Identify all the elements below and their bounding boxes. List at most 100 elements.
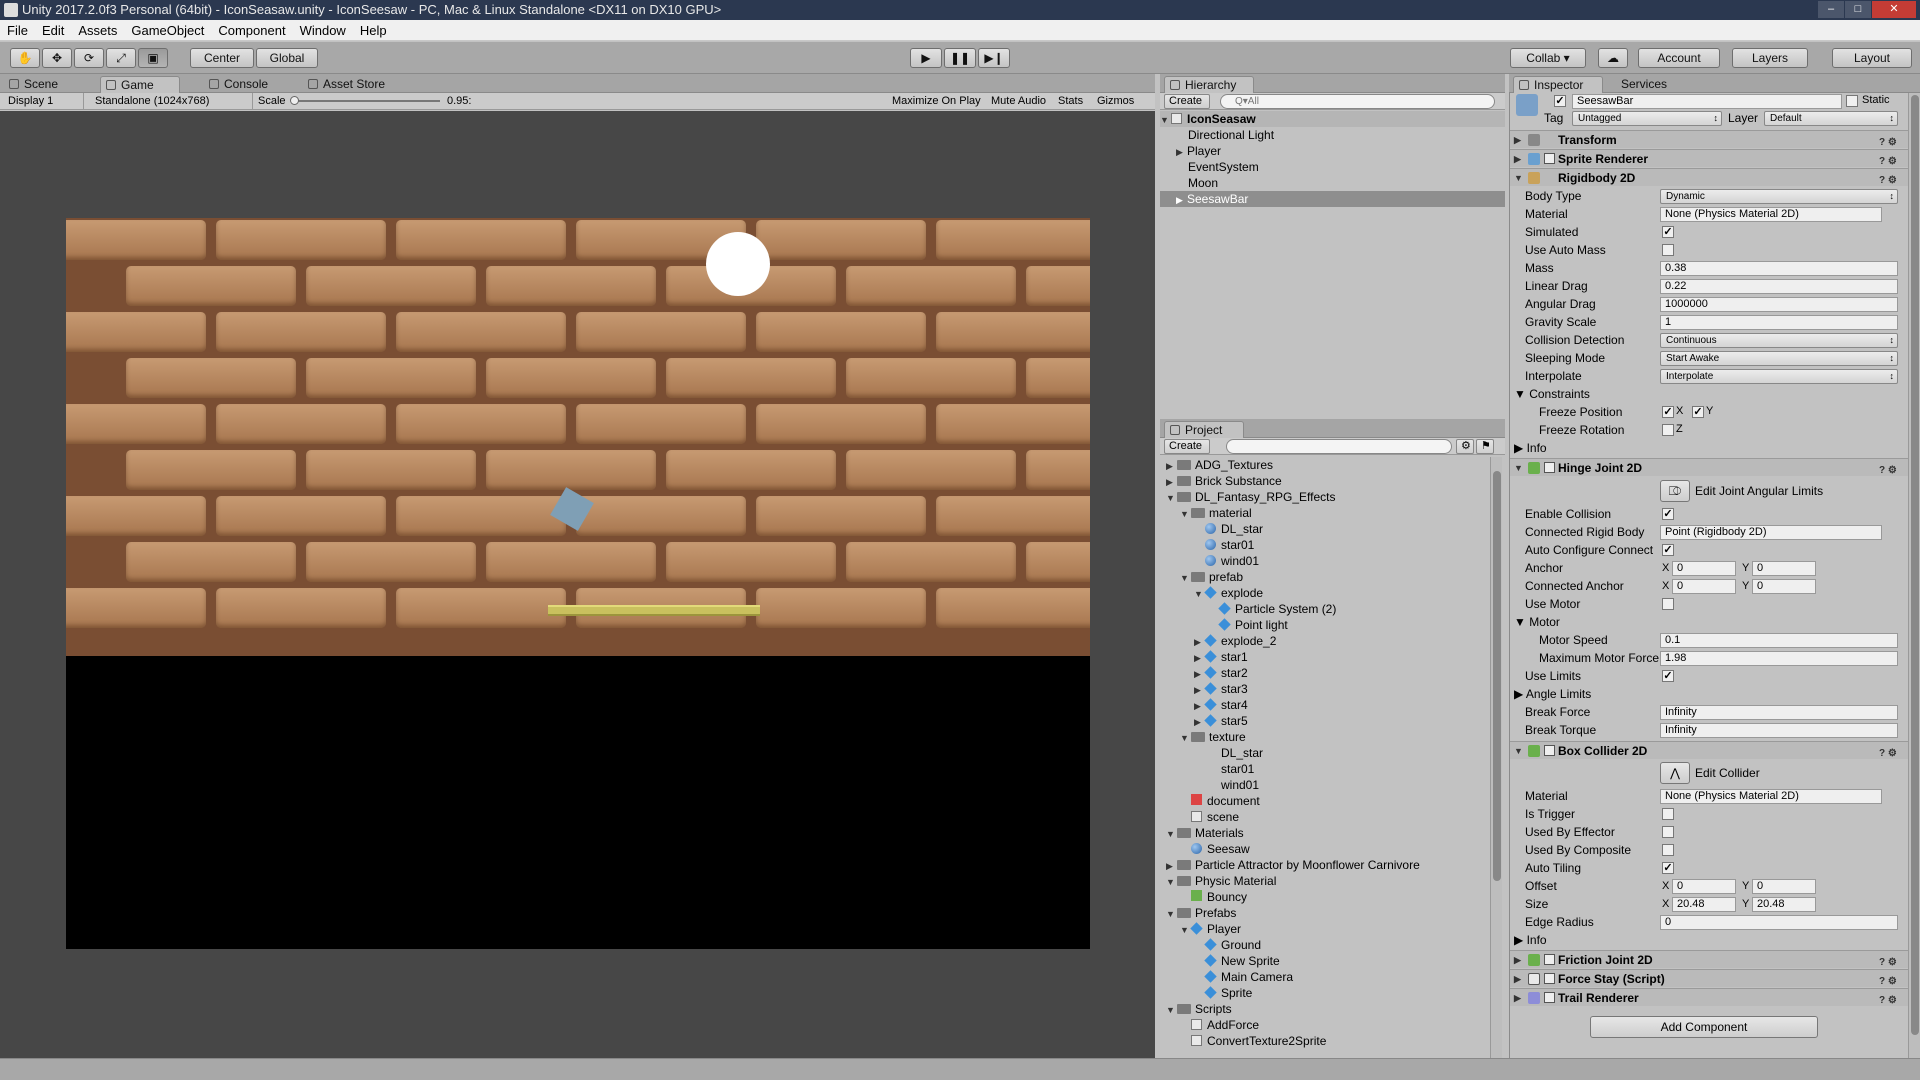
rb-info-foldout[interactable]: ▶ Info [1514, 439, 1547, 457]
project-item[interactable]: ▼ Player [1180, 921, 1241, 937]
tab-inspector[interactable]: Inspector [1513, 76, 1603, 93]
project-item[interactable]: Sprite [1194, 985, 1252, 1001]
move-tool-icon[interactable]: ✥ [42, 48, 72, 68]
project-item[interactable]: ▼ DL_Fantasy_RPG_Effects [1166, 489, 1336, 505]
trail-enabled-checkbox[interactable] [1544, 992, 1555, 1003]
project-item[interactable]: ConvertTexture2Sprite [1180, 1033, 1326, 1049]
project-item[interactable]: ▼ material [1180, 505, 1252, 521]
stats-toggle[interactable]: Stats [1058, 93, 1083, 109]
tab-game[interactable]: Game [100, 76, 180, 93]
project-item[interactable]: Main Camera [1194, 969, 1293, 985]
hierarchy-item[interactable]: EventSystem [1188, 159, 1259, 175]
scale-slider[interactable] [292, 100, 440, 102]
project-scrollbar-thumb[interactable] [1493, 471, 1501, 881]
mass-input[interactable]: 0.38 [1660, 261, 1898, 276]
linear-drag-input[interactable]: 0.22 [1660, 279, 1898, 294]
gravity-scale-input[interactable]: 1 [1660, 315, 1898, 330]
tab-console[interactable]: Console [204, 76, 284, 93]
project-item[interactable]: ▶ star2 [1194, 665, 1248, 681]
sprite-renderer-enabled-checkbox[interactable] [1544, 153, 1555, 164]
force-stay-enabled-checkbox[interactable] [1544, 973, 1555, 984]
menu-help[interactable]: Help [353, 20, 394, 41]
hierarchy-item[interactable]: Moon [1188, 175, 1218, 191]
project-item[interactable]: New Sprite [1194, 953, 1280, 969]
collision-detection-dropdown[interactable]: Continuous [1660, 333, 1898, 348]
rotate-tool-icon[interactable]: ⟳ [74, 48, 104, 68]
use-auto-mass-checkbox[interactable] [1662, 244, 1674, 256]
project-item[interactable]: star01 [1194, 761, 1254, 777]
freeze-z-checkbox[interactable] [1662, 424, 1674, 436]
filter-icon[interactable]: ⚙ [1456, 439, 1474, 454]
project-item[interactable]: Point light [1208, 617, 1288, 633]
project-item[interactable]: ▼ texture [1180, 729, 1246, 745]
anchor-y-input[interactable]: 0 [1752, 561, 1816, 576]
add-component-button[interactable]: Add Component [1590, 1016, 1818, 1038]
use-motor-checkbox[interactable] [1662, 598, 1674, 610]
scale-tool-icon[interactable]: ⤢ [106, 48, 136, 68]
hierarchy-item[interactable]: Directional Light [1188, 127, 1274, 143]
close-button[interactable]: ✕ [1872, 1, 1916, 18]
freeze-y-checkbox[interactable]: ✓ [1692, 406, 1704, 418]
is-trigger-checkbox[interactable] [1662, 808, 1674, 820]
size-x-input[interactable]: 20.48 [1672, 897, 1736, 912]
tab-scene[interactable]: Scene [4, 76, 74, 93]
component-settings-icon[interactable]: ? ⚙ [1879, 134, 1907, 148]
scene-root[interactable]: ▼ IconSeasaw [1160, 111, 1505, 127]
box-collider2d-header[interactable]: ▼ Box Collider 2D? ⚙ [1510, 741, 1913, 759]
angular-drag-input[interactable]: 1000000 [1660, 297, 1898, 312]
hierarchy-create-button[interactable]: Create [1164, 94, 1210, 109]
project-item[interactable]: Bouncy [1180, 889, 1247, 905]
resolution-dropdown[interactable]: Standalone (1024x768) [95, 93, 253, 109]
project-item[interactable]: ▶ Particle Attractor by Moonflower Carniv… [1166, 857, 1420, 873]
edit-collider-icon[interactable]: ⋀ [1660, 762, 1690, 784]
simulated-checkbox[interactable]: ✓ [1662, 226, 1674, 238]
use-limits-checkbox[interactable]: ✓ [1662, 670, 1674, 682]
object-name-input[interactable]: SeesawBar [1572, 94, 1842, 109]
component-settings-icon[interactable]: ? ⚙ [1879, 462, 1907, 476]
motor-foldout[interactable]: ▼ Motor [1514, 613, 1560, 631]
used-by-effector-checkbox[interactable] [1662, 826, 1674, 838]
active-checkbox[interactable]: ✓ [1554, 95, 1566, 107]
transform-header[interactable]: ▶ Transform? ⚙ [1510, 130, 1913, 148]
menu-gameobject[interactable]: GameObject [124, 20, 211, 41]
mute-audio-toggle[interactable]: Mute Audio [991, 93, 1046, 109]
project-scrollbar[interactable] [1490, 457, 1502, 1058]
play-button[interactable]: ▶ [910, 48, 942, 68]
project-item[interactable]: ▼ Prefabs [1166, 905, 1236, 921]
conn-anchor-y-input[interactable]: 0 [1752, 579, 1816, 594]
component-settings-icon[interactable]: ? ⚙ [1879, 992, 1907, 1006]
project-item[interactable]: document [1180, 793, 1260, 809]
project-item[interactable]: DL_star [1194, 745, 1263, 761]
max-motor-force-input[interactable]: 1.98 [1660, 651, 1898, 666]
auto-tiling-checkbox[interactable]: ✓ [1662, 862, 1674, 874]
label-icon[interactable]: ⚑ [1476, 439, 1494, 454]
project-item[interactable]: Particle System (2) [1208, 601, 1336, 617]
project-item[interactable]: ▼ prefab [1180, 569, 1243, 585]
body-type-dropdown[interactable]: Dynamic [1660, 189, 1898, 204]
project-item[interactable]: ▶ ADG_Textures [1166, 457, 1273, 473]
layers-dropdown[interactable]: Layers [1732, 48, 1808, 68]
hierarchy-item[interactable]: ▶ Player [1176, 143, 1221, 159]
project-item[interactable]: ▼ Scripts [1166, 1001, 1232, 1017]
menu-component[interactable]: Component [211, 20, 292, 41]
hinge-joint2d-header[interactable]: ▼ Hinge Joint 2D? ⚙ [1510, 458, 1913, 476]
component-settings-icon[interactable]: ? ⚙ [1879, 954, 1907, 968]
pause-button[interactable]: ❚❚ [944, 48, 976, 68]
account-dropdown[interactable]: Account [1638, 48, 1720, 68]
project-item[interactable]: ▶ star5 [1194, 713, 1248, 729]
sleeping-mode-dropdown[interactable]: Start Awake [1660, 351, 1898, 366]
inspector-scrollbar-thumb[interactable] [1911, 95, 1919, 1035]
menu-edit[interactable]: Edit [35, 20, 71, 41]
force-stay-header[interactable]: ▶ Force Stay (Script)? ⚙ [1510, 969, 1913, 987]
offset-y-input[interactable]: 0 [1752, 879, 1816, 894]
maximize-button[interactable]: □ [1845, 1, 1871, 18]
project-create-button[interactable]: Create [1164, 439, 1210, 454]
edge-radius-input[interactable]: 0 [1660, 915, 1898, 930]
friction-joint2d-header[interactable]: ▶ Friction Joint 2D? ⚙ [1510, 950, 1913, 968]
tab-project[interactable]: Project [1164, 421, 1244, 438]
step-button[interactable]: ▶❙ [978, 48, 1010, 68]
rb-material-field[interactable]: None (Physics Material 2D) [1660, 207, 1882, 222]
component-settings-icon[interactable]: ? ⚙ [1879, 973, 1907, 987]
project-item[interactable]: wind01 [1194, 553, 1259, 569]
project-item[interactable]: ▼ Physic Material [1166, 873, 1276, 889]
